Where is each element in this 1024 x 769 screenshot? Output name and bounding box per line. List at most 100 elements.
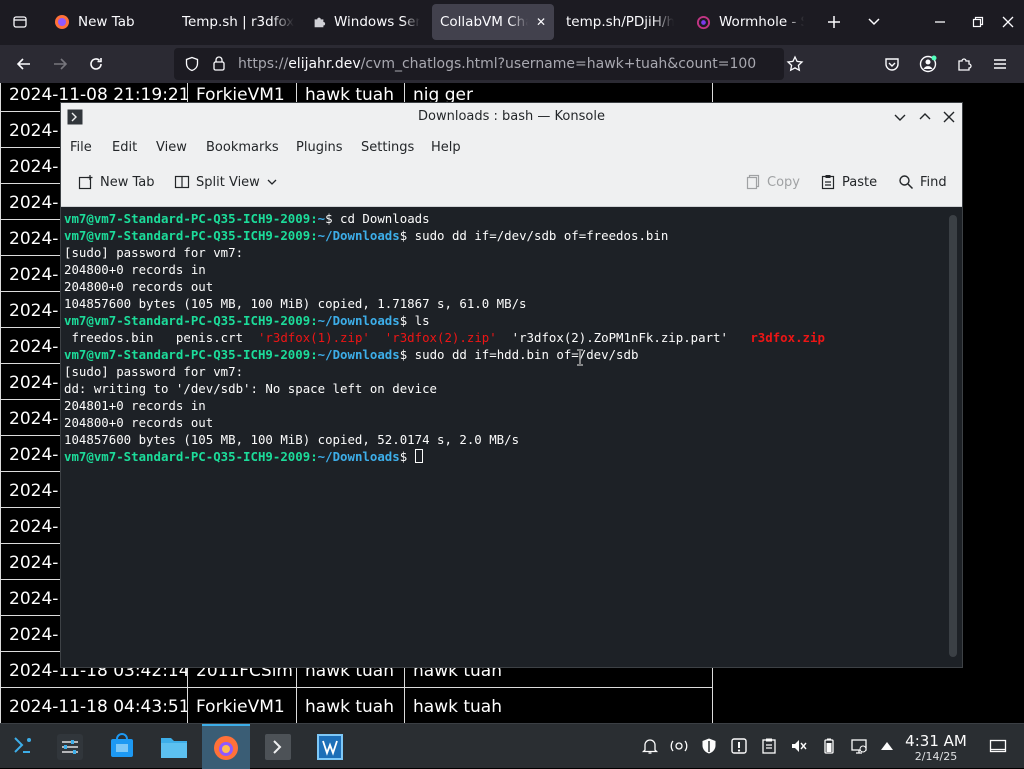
- prompt-user: vm7@vm7-Standard-PC-Q35-ICH9-2009: [64, 449, 311, 464]
- kde-launcher-icon: [14, 736, 31, 753]
- table-row: 2024-11-18 04:43:51 ForkieVM1 hawk tuah haw…: [0, 687, 713, 723]
- show-desktop-button[interactable]: [988, 736, 1008, 756]
- tray-expand[interactable]: [877, 736, 897, 756]
- volume-muted-icon: [792, 740, 807, 752]
- prompt-command: ls: [407, 313, 430, 328]
- tray-clipboard[interactable]: [759, 736, 779, 756]
- paste-button[interactable]: Paste: [820, 174, 877, 190]
- terminal-scrollbar[interactable]: [949, 215, 957, 657]
- table-cell-msg: hawk tuah: [405, 688, 713, 723]
- tab-list-icon: [13, 16, 27, 28]
- tray-volume[interactable]: [789, 736, 809, 756]
- close-tab-icon[interactable]: ✕: [536, 15, 546, 29]
- alert-icon: [731, 738, 747, 754]
- restore-window-button[interactable]: [964, 8, 992, 36]
- output-text: 104857600 bytes (105 MB, 100 MiB) copied…: [64, 296, 527, 311]
- prompt-path: ~/Downloads: [317, 228, 400, 243]
- menu-file[interactable]: File: [70, 140, 92, 155]
- tab-temp-sh[interactable]: Temp.sh | r3dfox: [174, 4, 302, 40]
- tab-wormhole[interactable]: Wormhole - Send: [688, 4, 812, 40]
- new-tab-button[interactable]: New Tab: [78, 174, 155, 190]
- tab-new-tab[interactable]: New Tab: [46, 4, 166, 40]
- terminal-line: 204800+0 records out: [64, 278, 825, 295]
- star-bookmark-icon[interactable]: [786, 55, 804, 73]
- folder-icon: [161, 737, 187, 758]
- browser-tab-bar: New Tab Temp.sh | r3dfox Windows Server …: [0, 0, 1024, 45]
- copy-button[interactable]: Copy: [745, 174, 800, 190]
- tab-overview-button[interactable]: [6, 8, 34, 36]
- prompt-separator: :: [310, 313, 318, 328]
- terminal-line: 204801+0 records in: [64, 397, 825, 414]
- prompt-command: cd Downloads: [332, 211, 430, 226]
- terminal-line: vm7@vm7-Standard-PC-Q35-ICH9-2009:~$ cd …: [64, 210, 825, 227]
- taskbar-system-settings[interactable]: [48, 724, 92, 769]
- terminal-line: 104857600 bytes (105 MB, 100 MiB) copied…: [64, 295, 825, 312]
- konsole-window: Downloads : bash — Konsole File Edit Vie…: [60, 102, 963, 668]
- menu-settings[interactable]: Settings: [361, 140, 414, 155]
- wormhole-icon: [696, 15, 711, 29]
- extensions-button[interactable]: [950, 50, 978, 78]
- tray-battery[interactable]: [819, 736, 839, 756]
- split-view-button[interactable]: Split View: [174, 174, 278, 190]
- app-launcher-button[interactable]: [0, 724, 44, 769]
- ls-entry: penis.crt: [175, 330, 258, 345]
- terminal-line: 204800+0 records in: [64, 261, 825, 278]
- app-menu-button[interactable]: [986, 50, 1014, 78]
- menu-bookmarks[interactable]: Bookmarks: [206, 140, 279, 155]
- prompt-user: vm7@vm7-Standard-PC-Q35-ICH9-2009: [64, 347, 311, 362]
- prompt-path: ~/Downloads: [317, 313, 400, 328]
- menu-plugins[interactable]: Plugins: [296, 140, 343, 155]
- split-view-icon: [174, 175, 190, 189]
- taskbar-firefox[interactable]: [202, 724, 250, 769]
- tray-network[interactable]: [849, 736, 869, 756]
- minimize-icon: [935, 21, 945, 23]
- terminal-output[interactable]: vm7@vm7-Standard-PC-Q35-ICH9-2009:~$ cd …: [61, 207, 962, 667]
- close-icon[interactable]: [942, 110, 956, 124]
- pocket-button[interactable]: [878, 50, 906, 78]
- taskbar-discover[interactable]: [100, 724, 144, 769]
- menu-edit[interactable]: Edit: [112, 140, 137, 155]
- chevron-down-icon[interactable]: [893, 110, 907, 124]
- puzzle-icon: [958, 58, 972, 71]
- arrow-left-icon: [16, 58, 30, 70]
- tray-notifications[interactable]: [640, 736, 660, 756]
- minimize-window-button[interactable]: [926, 8, 954, 36]
- output-text: [sudo] password for vm7:: [64, 364, 244, 379]
- chevron-down-icon: [868, 18, 880, 26]
- tab-collabvm-chat[interactable]: CollabVM Chat ✕: [432, 4, 554, 40]
- reload-button[interactable]: [82, 50, 110, 78]
- taskbar-clock[interactable]: 4:31 AM 2/14/25: [900, 732, 972, 763]
- chevron-up-icon[interactable]: [918, 110, 932, 124]
- menu-view[interactable]: View: [156, 140, 187, 155]
- terminal-line: vm7@vm7-Standard-PC-Q35-ICH9-2009:~/Down…: [64, 312, 825, 329]
- konsole-menu-bar: File Edit View Bookmarks Plugins Setting…: [61, 131, 962, 163]
- taskbar-konsole[interactable]: [256, 724, 300, 769]
- output-text: 104857600 bytes (105 MB, 100 MiB) copied…: [64, 432, 520, 447]
- account-button[interactable]: [914, 50, 942, 78]
- konsole-title-bar[interactable]: Downloads : bash — Konsole: [61, 103, 962, 131]
- address-bar[interactable]: https://elijahr.dev/cvm_chatlogs.html?us…: [174, 48, 804, 80]
- output-text: 204800+0 records out: [64, 279, 214, 294]
- list-all-tabs-button[interactable]: [860, 8, 888, 36]
- tab-windows-server[interactable]: Windows Server: [304, 4, 428, 40]
- connect-icon: [670, 740, 688, 752]
- menu-help[interactable]: Help: [431, 140, 461, 155]
- browser-nav-bar: https://elijahr.dev/cvm_chatlogs.html?us…: [0, 45, 1024, 83]
- url-text: https://elijahr.dev/cvm_chatlogs.html?us…: [238, 56, 757, 72]
- back-button[interactable]: [10, 50, 38, 78]
- prompt-separator: :: [310, 228, 318, 243]
- close-window-button[interactable]: [994, 8, 1022, 36]
- taskbar-virt-viewer[interactable]: [308, 724, 352, 769]
- taskbar-file-manager[interactable]: [152, 724, 196, 769]
- tray-security[interactable]: [699, 736, 719, 756]
- terminal-line: 204800+0 records out: [64, 414, 825, 431]
- forward-button[interactable]: [46, 50, 74, 78]
- tray-updates[interactable]: [729, 736, 749, 756]
- tray-kdeconnect[interactable]: [669, 736, 689, 756]
- ls-entry: [370, 330, 385, 345]
- tab-temp-sh-paste[interactable]: temp.sh/PDjiH/hawk: [558, 4, 682, 40]
- hamburger-menu-icon: [994, 59, 1006, 69]
- new-tab-button[interactable]: [820, 8, 848, 36]
- find-button[interactable]: Find: [898, 174, 947, 190]
- arrow-right-icon: [54, 58, 68, 70]
